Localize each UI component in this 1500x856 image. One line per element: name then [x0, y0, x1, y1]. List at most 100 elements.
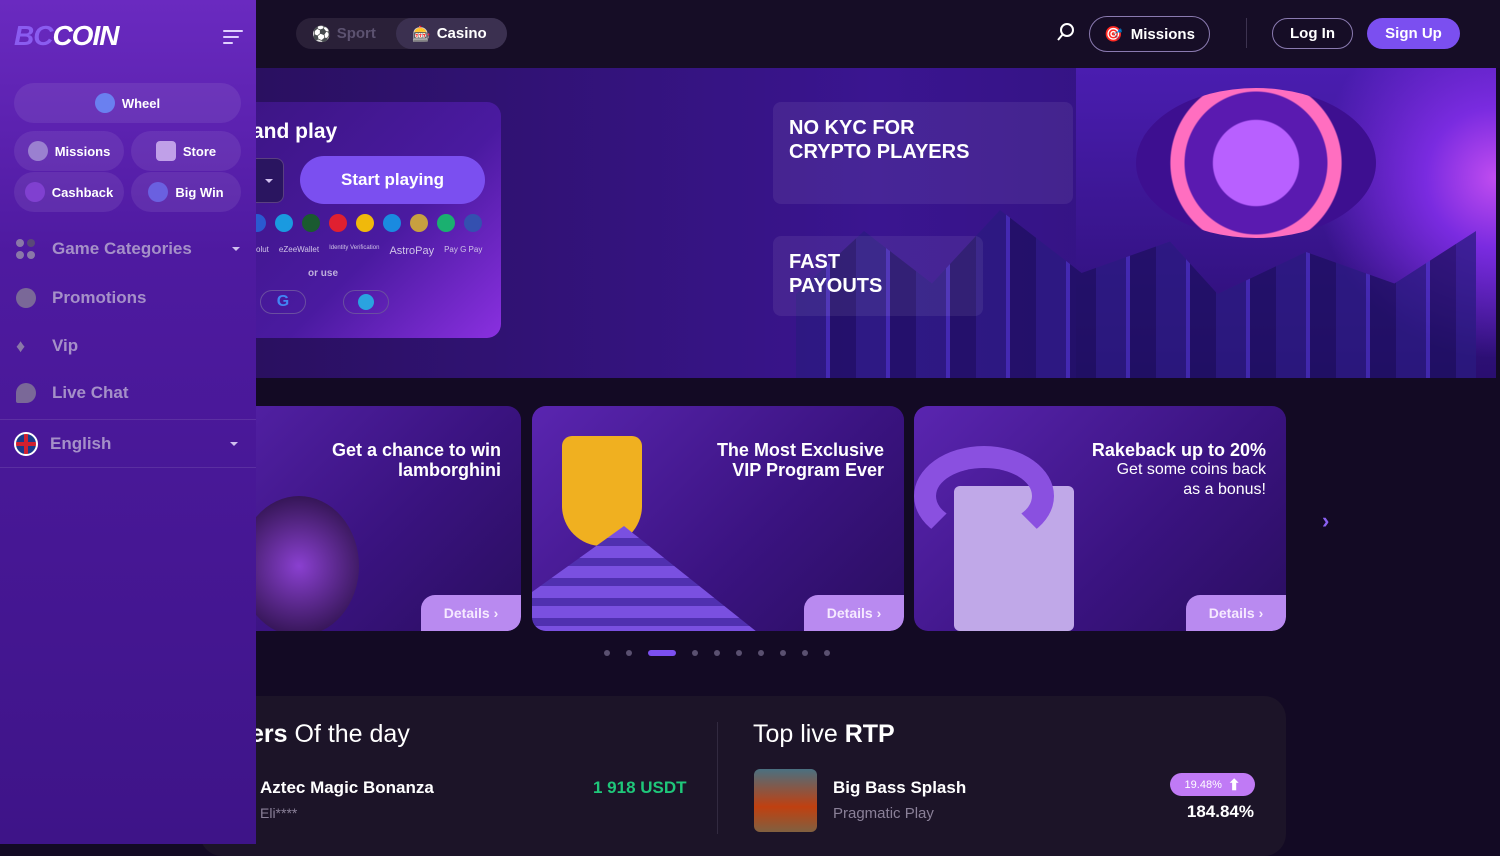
carousel-dot[interactable] — [604, 650, 610, 656]
rtp-game[interactable]: Big Bass Splash — [833, 778, 966, 798]
payment-methods: olut eZeeWallet Identity Verification Astro… — [256, 245, 482, 257]
menu-icon[interactable] — [223, 30, 243, 48]
promo-card-rakeback[interactable]: Rakeback up to 20% Get some coins back as… — [914, 406, 1286, 631]
carousel-dot[interactable] — [626, 650, 632, 656]
label: Vip — [52, 336, 79, 355]
cashback-coin-icon — [24, 182, 45, 202]
car-icon — [148, 182, 169, 202]
winner-amount: 1 918 USDT — [593, 778, 687, 797]
carousel-dots — [604, 650, 830, 656]
rtp-change-badge: 19.48% ⬆ — [1170, 773, 1255, 796]
tab-casino[interactable]: 🎰 Casino — [396, 18, 507, 49]
divider — [1246, 18, 1247, 48]
store-box-icon — [155, 141, 176, 161]
soccer-ball-icon: ⚽ — [312, 25, 331, 43]
store-button[interactable]: Store — [131, 131, 241, 171]
coin-icon — [275, 214, 293, 232]
carousel-dot[interactable] — [758, 650, 764, 656]
start-playing-button[interactable]: Start playing — [300, 156, 485, 204]
label: Game Categories — [52, 239, 192, 258]
target-icon — [27, 141, 48, 161]
payment-method: eZeeWallet — [278, 245, 320, 254]
title-bold: RTP — [844, 720, 895, 748]
missions-sidebar-button[interactable]: Missions — [14, 131, 124, 171]
uk-flag-icon — [14, 432, 38, 456]
details-button[interactable]: Details › — [804, 595, 904, 631]
sidebar-item-promotions[interactable]: Promotions — [16, 288, 240, 308]
carousel-dot[interactable] — [780, 650, 786, 656]
login-button[interactable]: Log In — [1272, 18, 1353, 49]
label: Missions — [54, 143, 111, 159]
winner-game[interactable]: Aztec Magic Bonanza — [260, 778, 434, 798]
sport-casino-switch: ⚽ Sport 🎰 Casino — [296, 18, 507, 49]
label: Store — [182, 143, 217, 159]
roulette-illustration — [1136, 88, 1376, 238]
divider — [0, 419, 256, 420]
details-button[interactable]: Details › — [1186, 595, 1286, 631]
label: Live Chat — [52, 383, 129, 402]
arrow-image — [914, 446, 1054, 546]
car-image — [239, 496, 359, 631]
carousel-dot[interactable] — [736, 650, 742, 656]
promo-title: Rakeback up to 20% Get some coins back as… — [1092, 440, 1266, 500]
rtp-title: Top live RTP — [753, 720, 895, 749]
carousel-dot[interactable] — [802, 650, 808, 656]
coin-icon — [302, 214, 320, 232]
next-arrow-icon[interactable]: › — [1322, 508, 1329, 534]
payment-method: olut — [256, 245, 269, 254]
arrow-up-icon: ⬆ — [1227, 776, 1241, 794]
promo-title: Get a chance to win lamborghini — [331, 440, 501, 480]
signup-button[interactable]: Sign Up — [1367, 18, 1460, 49]
coin-icon — [410, 214, 428, 232]
diamond-icon: ♦ — [16, 336, 26, 356]
logo[interactable]: BCCOIN — [14, 20, 119, 52]
trophy-image — [562, 436, 642, 546]
coin-icon — [464, 214, 482, 232]
wheel-icon — [94, 93, 115, 113]
promo-title: The Most Exclusive VIP Program Ever — [716, 440, 884, 480]
language-selector[interactable]: English — [14, 432, 238, 456]
sidebar: BCCOIN Wheel Missions Store Cashback Big… — [0, 0, 256, 844]
big-win-button[interactable]: Big Win — [131, 172, 241, 212]
coin-icon — [329, 214, 347, 232]
sidebar-item-live-chat[interactable]: Live Chat — [16, 383, 240, 403]
stats-panel: ers Of the day Aztec Magic Bonanza Eli**… — [200, 696, 1286, 856]
carousel-dot[interactable] — [648, 650, 676, 656]
promo-card-vip[interactable]: The Most Exclusive VIP Program Ever Deta… — [532, 406, 904, 631]
or-use-label: or use — [308, 268, 339, 279]
cashback-button[interactable]: Cashback — [14, 172, 124, 212]
divider — [0, 467, 256, 468]
coin-icon — [437, 214, 455, 232]
wheel-button[interactable]: Wheel — [14, 83, 241, 123]
rtp-value: 184.84% — [1186, 802, 1254, 821]
winners-title: ers Of the day — [250, 720, 410, 749]
sidebar-item-vip[interactable]: ♦ Vip — [16, 336, 240, 356]
missions-button[interactable]: 🎯 Missions — [1089, 16, 1210, 52]
carousel-dot[interactable] — [692, 650, 698, 656]
google-login-button[interactable]: G — [260, 290, 306, 314]
sidebar-item-game-categories[interactable]: Game Categories — [16, 239, 240, 259]
chat-bubble-icon — [16, 383, 36, 403]
target-icon: 🎯 — [1104, 26, 1123, 43]
banner-no-kyc: NO KYC FOR CRYPTO PLAYERS — [789, 117, 970, 163]
caret-down-icon — [230, 442, 238, 446]
label: Cashback — [51, 184, 114, 200]
telegram-login-button[interactable] — [343, 290, 389, 314]
slot-machine-icon: 🎰 — [412, 25, 431, 43]
tab-sport[interactable]: ⚽ Sport — [296, 18, 396, 49]
search-icon[interactable] — [1056, 22, 1076, 42]
caret-down-icon — [232, 247, 240, 251]
details-button[interactable]: Details › — [421, 595, 521, 631]
winner-user: Eli**** — [260, 805, 298, 821]
rtp-provider: Pragmatic Play — [833, 805, 934, 822]
google-icon: G — [276, 293, 290, 310]
coin-icon — [383, 214, 401, 232]
payment-method: Pay G Pay — [444, 245, 483, 254]
grid-icon — [16, 239, 36, 259]
big-bass-splash-thumbnail[interactable] — [754, 769, 817, 832]
payment-method: Identity Verification — [329, 245, 380, 251]
percent-badge-icon — [16, 288, 36, 308]
carousel-dot[interactable] — [714, 650, 720, 656]
stairs-image — [532, 526, 762, 631]
carousel-dot[interactable] — [824, 650, 830, 656]
